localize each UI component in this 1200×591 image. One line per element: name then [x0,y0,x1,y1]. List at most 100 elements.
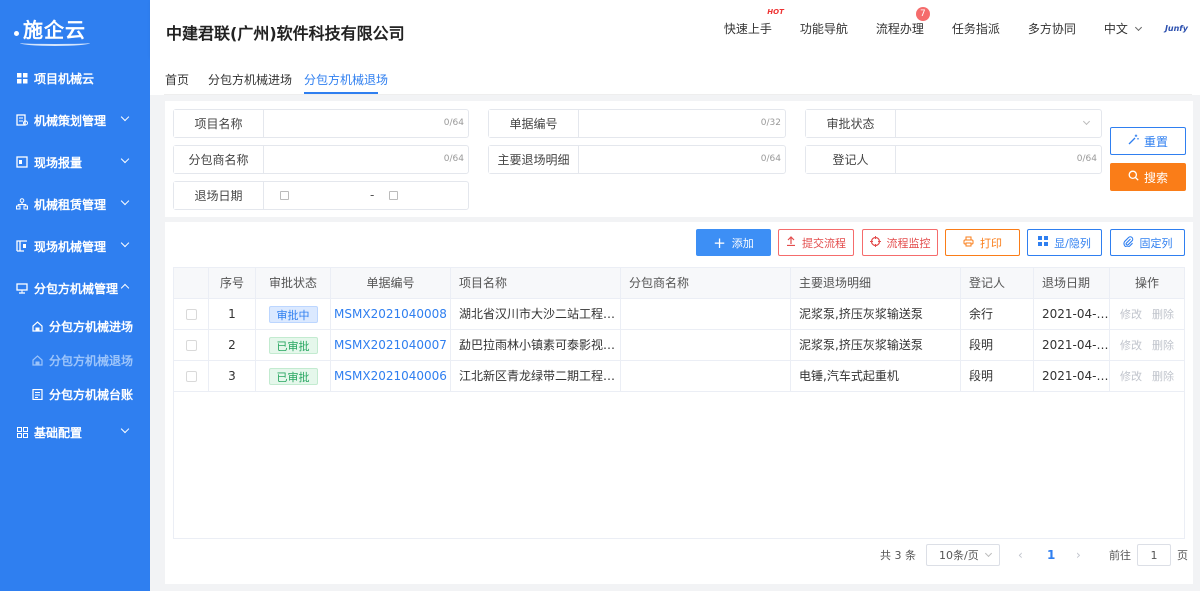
chevron-down-icon [120,154,130,164]
approval-status-select[interactable] [896,110,1101,137]
header-status: 审批状态 [256,268,331,298]
ledger-icon [32,388,43,400]
quick-start-link[interactable]: 快速上手 HOT [724,8,784,37]
hierarchy-icon [16,198,28,210]
prev-page-icon[interactable]: ‹ [1018,548,1023,562]
row-checkbox[interactable] [185,371,197,382]
paperclip-icon [1122,235,1134,250]
calendar-icon [280,191,289,200]
search-button[interactable]: 搜索 [1110,163,1186,191]
add-button[interactable]: + 添加 [696,229,771,256]
goto-prefix: 前往 [1109,549,1131,562]
registrar-input[interactable]: 0/64 [896,146,1101,173]
sidebar-item-machinery-planning[interactable]: 机械策划管理 [0,99,150,141]
print-button[interactable]: 打印 [945,229,1020,256]
registrar-field: 登记人 0/64 [805,145,1102,174]
printer-icon [963,236,974,250]
tab-bar: 首页 分包方机械进场 分包方机械退场 [150,57,1200,95]
sidebar-item-basic-config[interactable]: 基础配置 [0,411,150,453]
collaboration-link[interactable]: 多方协同 [1028,20,1076,37]
reset-button[interactable]: 重置 [1110,127,1186,155]
header: 中建君联(广州)软件科技有限公司 快速上手 HOT 功能导航 流程办理 7 任务… [150,0,1200,57]
doc-no-link[interactable]: MSMX2021040008 [334,307,447,321]
edit-button[interactable]: 修改 [1120,370,1142,383]
delete-button[interactable]: 删除 [1152,370,1174,383]
process-monitor-button[interactable]: 流程监控 [862,229,938,256]
chevron-down-icon [1082,117,1091,126]
sidebar-item-subcontractor-machinery[interactable]: 分包方机械管理 [0,267,150,309]
goto-suffix: 页 [1177,549,1188,562]
status-badge: 已审批 [268,368,318,385]
document-icon [16,114,28,126]
grid-icon [1038,236,1049,249]
header-subcontractor: 分包商名称 [621,268,791,298]
doc-no-link[interactable]: MSMX2021040006 [334,369,447,383]
next-page-icon[interactable]: › [1076,548,1081,562]
edit-button[interactable]: 修改 [1120,308,1142,321]
submit-process-button[interactable]: 提交流程 [778,229,854,256]
toggle-columns-button[interactable]: 显/隐列 [1027,229,1102,256]
table-row: 2 已审批 MSMX2021040007 勐巴拉雨林小镇素可泰影视城... 泥浆… [174,330,1184,361]
fix-columns-button[interactable]: 固定列 [1110,229,1185,256]
chevron-down-icon [120,424,130,434]
apps-icon [16,426,28,438]
chevron-down-icon [120,238,130,248]
sidebar-item-machinery-rental[interactable]: 机械租赁管理 [0,183,150,225]
function-nav-link[interactable]: 功能导航 [800,20,848,37]
edit-button[interactable]: 修改 [1120,339,1142,352]
sidebar-subitem-entry[interactable]: 分包方机械进场 [0,309,150,343]
page-number[interactable]: 1 [1047,548,1055,562]
brand-logo: Junfy [1164,24,1188,33]
table-header-row: 序号 审批状态 单据编号 项目名称 分包商名称 主要退场明细 登记人 退场日期 … [174,268,1184,299]
machinery-icon [16,282,28,294]
truck-out-icon [32,354,43,366]
sidebar-item-site-machinery[interactable]: 现场机械管理 [0,225,150,267]
row-checkbox[interactable] [185,309,197,320]
goto-page-input[interactable]: 1 [1137,544,1171,566]
plus-icon: + [713,233,726,252]
header-detail: 主要退场明细 [791,268,961,298]
hot-badge: HOT [767,8,784,16]
status-badge: 已审批 [268,337,318,354]
calendar-icon [389,191,398,200]
task-assign-link[interactable]: 任务指派 [952,20,1000,37]
top-nav: 快速上手 HOT 功能导航 流程办理 7 任务指派 多方协同 中文 Junfy [710,0,1200,57]
subcontractor-name-input[interactable]: 0/64 [264,146,468,173]
exit-date-range-input[interactable]: - [264,182,468,209]
header-seq: 序号 [209,268,256,298]
grid-icon [16,72,28,84]
header-ops: 操作 [1134,276,1159,290]
subcontractor-name-field: 分包商名称 0/64 [173,145,469,174]
process-link[interactable]: 流程办理 7 [876,7,930,37]
tab-entry[interactable]: 分包方机械进场 [208,71,292,88]
main-detail-input[interactable]: 0/64 [579,146,785,173]
tab-exit[interactable]: 分包方机械退场 [304,71,388,88]
chevron-down-icon [120,196,130,206]
project-name-input[interactable]: 0/64 [264,110,468,137]
search-icon [1128,170,1139,184]
header-doc-no: 单据编号 [331,268,451,298]
header-registrar: 登记人 [961,268,1034,298]
status-badge: 审批中 [268,306,318,323]
filter-panel: 项目名称 0/64 单据编号 0/32 审批状态 分包商名称 0/64 主要退场… [165,101,1193,217]
sidebar-item-site-report[interactable]: 现场报量 [0,141,150,183]
company-title: 中建君联(广州)软件科技有限公司 [166,24,405,43]
row-checkbox[interactable] [185,340,197,351]
sidebar-subitem-ledger[interactable]: 分包方机械台账 [0,377,150,411]
sidebar-item-project-machinery[interactable]: 项目机械云 [0,57,150,99]
sidebar-subitem-exit[interactable]: 分包方机械退场 [0,343,150,377]
header-date: 退场日期 [1034,268,1110,298]
delete-button[interactable]: 删除 [1152,308,1174,321]
page-size-select[interactable]: 10条/页 [926,544,1000,566]
doc-no-field: 单据编号 0/32 [488,109,786,138]
pagination-total: 共 3 条 [880,549,916,562]
active-tab-indicator [304,92,378,94]
chevron-up-icon [120,283,130,293]
upload-icon [786,236,796,249]
delete-button[interactable]: 删除 [1152,339,1174,352]
language-select[interactable]: 中文 [1104,20,1142,37]
doc-no-link[interactable]: MSMX2021040007 [334,338,447,352]
tab-home[interactable]: 首页 [165,71,189,88]
doc-no-input[interactable]: 0/32 [579,110,785,137]
report-icon [16,156,28,168]
